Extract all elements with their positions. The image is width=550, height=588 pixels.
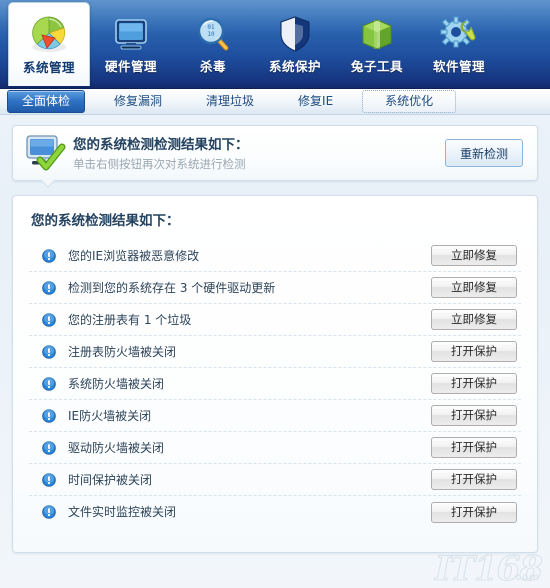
nav-label: 软件管理 (432, 59, 485, 74)
magnifier-icon: 01 10 (191, 8, 235, 60)
result-row-action-button[interactable]: 打开保护 (431, 501, 517, 523)
shield-icon (273, 8, 317, 60)
result-row: 注册表防火墙被关闭 打开保护 (29, 336, 521, 368)
result-row-action-button[interactable]: 立即修复 (431, 277, 517, 298)
result-row: IE防火墙被关闭 打开保护 (29, 400, 521, 432)
gear-wrench-icon (437, 8, 481, 60)
result-row-text: 文件实时监控被关闭 (68, 505, 177, 519)
sub-tab-clean-junk[interactable]: 清理垃圾 (191, 90, 269, 113)
nav-item-rabbit-tools[interactable]: 兔子工具 (336, 2, 418, 86)
nav-item-system-management[interactable]: 系统管理 (8, 2, 90, 86)
green-box-icon (355, 8, 399, 60)
result-row: 检测到您的系统存在 3 个硬件驱动更新 立即修复 (29, 272, 521, 304)
warning-exclamation-icon (39, 344, 59, 359)
sub-tab-system-optimization[interactable]: 系统优化 (362, 90, 457, 113)
results-heading: 您的系统检测结果如下： (31, 213, 180, 229)
nav-label: 系统保护 (268, 59, 321, 74)
svg-text:01: 01 (207, 24, 215, 31)
sub-tab-fix-vulnerabilities[interactable]: 修复漏洞 (99, 90, 177, 113)
status-subtitle: 单击右侧按钮再次对系统进行检测 (73, 156, 246, 171)
content-area: 您的系统检测检测结果如下： 单击右侧按钮再次对系统进行检测 重新检测 您的系统检… (0, 115, 550, 553)
svg-text:10: 10 (207, 31, 215, 38)
main-toolbar: 系统管理 硬件管理 01 10 杀毒 系统保护 兔子工具 软件管理 (0, 0, 550, 89)
sub-tab-full-checkup[interactable]: 全面体检 (7, 90, 86, 113)
result-row-text: 注册表防火墙被关闭 (68, 344, 177, 359)
results-panel: 您的系统检测结果如下： 您的IE浏览器被恶意修改 立即修复 检测到您的系统存在 3 … (12, 195, 538, 553)
warning-exclamation-icon (39, 248, 59, 263)
result-row-text: 系统防火墙被关闭 (68, 376, 165, 391)
result-row-action-button[interactable]: 打开保护 (431, 469, 517, 490)
result-row: 驱动防火墙被关闭 打开保护 (29, 432, 521, 464)
result-row-text: 驱动防火墙被关闭 (68, 440, 165, 455)
warning-exclamation-icon (39, 472, 59, 487)
result-row: 您的IE浏览器被恶意修改 立即修复 (29, 240, 521, 272)
monitor-icon (109, 8, 153, 60)
application-window: 系统管理 硬件管理 01 10 杀毒 系统保护 兔子工具 软件管理 全面体检 修… (0, 0, 550, 588)
status-title: 您的系统检测检测结果如下： (73, 136, 249, 153)
result-row-text: IE防火墙被关闭 (68, 408, 152, 423)
result-row: 文件实时监控被关闭 打开保护 (29, 496, 521, 528)
nav-item-hardware-management[interactable]: 硬件管理 (90, 2, 172, 86)
result-row-action-button[interactable]: 打开保护 (431, 437, 517, 458)
nav-label: 杀毒 (199, 59, 226, 74)
result-row-text: 您的IE浏览器被恶意修改 (68, 248, 200, 263)
warning-exclamation-icon (39, 280, 59, 295)
result-row-action-button[interactable]: 立即修复 (431, 245, 517, 266)
result-row-text: 时间保护被关闭 (68, 472, 153, 487)
sub-tab-repair-ie[interactable]: 修复IE (283, 90, 348, 113)
result-row-action-button[interactable]: 打开保护 (431, 373, 517, 394)
watermark-text: IT168 (434, 549, 543, 588)
nav-item-system-protection[interactable]: 系统保护 (254, 2, 336, 86)
rescan-button[interactable]: 重新检测 (445, 139, 523, 167)
nav-label: 系统管理 (22, 60, 75, 75)
main-nav: 系统管理 硬件管理 01 10 杀毒 系统保护 兔子工具 软件管理 (0, 0, 550, 88)
watermark: IT168 .com (434, 549, 543, 588)
panel-tail (41, 180, 57, 188)
warning-exclamation-icon (39, 376, 59, 391)
pie-chart-icon (27, 9, 71, 61)
nav-item-software-management[interactable]: 软件管理 (418, 2, 500, 86)
nav-item-antivirus[interactable]: 01 10 杀毒 (172, 2, 254, 86)
warning-exclamation-icon (39, 408, 59, 423)
watermark-suffix: .com (511, 572, 540, 583)
warning-exclamation-icon (39, 440, 59, 455)
result-row-action-button[interactable]: 打开保护 (431, 405, 517, 426)
result-row-action-button[interactable]: 立即修复 (431, 309, 517, 330)
warning-exclamation-icon (39, 505, 59, 519)
nav-label: 硬件管理 (104, 59, 157, 74)
monitor-check-icon (23, 133, 69, 173)
result-row-action-button[interactable]: 打开保护 (431, 341, 517, 362)
result-row: 您的注册表有 1 个垃圾 立即修复 (29, 304, 521, 336)
result-row-text: 您的注册表有 1 个垃圾 (68, 312, 192, 327)
status-text-block: 您的系统检测检测结果如下： 单击右侧按钮再次对系统进行检测 (69, 136, 445, 171)
result-row-text: 检测到您的系统存在 3 个硬件驱动更新 (68, 280, 276, 295)
result-row: 时间保护被关闭 打开保护 (29, 464, 521, 496)
results-list: 您的IE浏览器被恶意修改 立即修复 检测到您的系统存在 3 个硬件驱动更新 立即修复您… (29, 240, 521, 528)
nav-label: 兔子工具 (350, 59, 403, 74)
scan-status-panel: 您的系统检测检测结果如下： 单击右侧按钮再次对系统进行检测 重新检测 (12, 125, 538, 181)
warning-exclamation-icon (39, 312, 59, 327)
sub-tab-bar: 全面体检 修复漏洞 清理垃圾 修复IE 系统优化 (0, 89, 550, 115)
result-row: 系统防火墙被关闭 打开保护 (29, 368, 521, 400)
